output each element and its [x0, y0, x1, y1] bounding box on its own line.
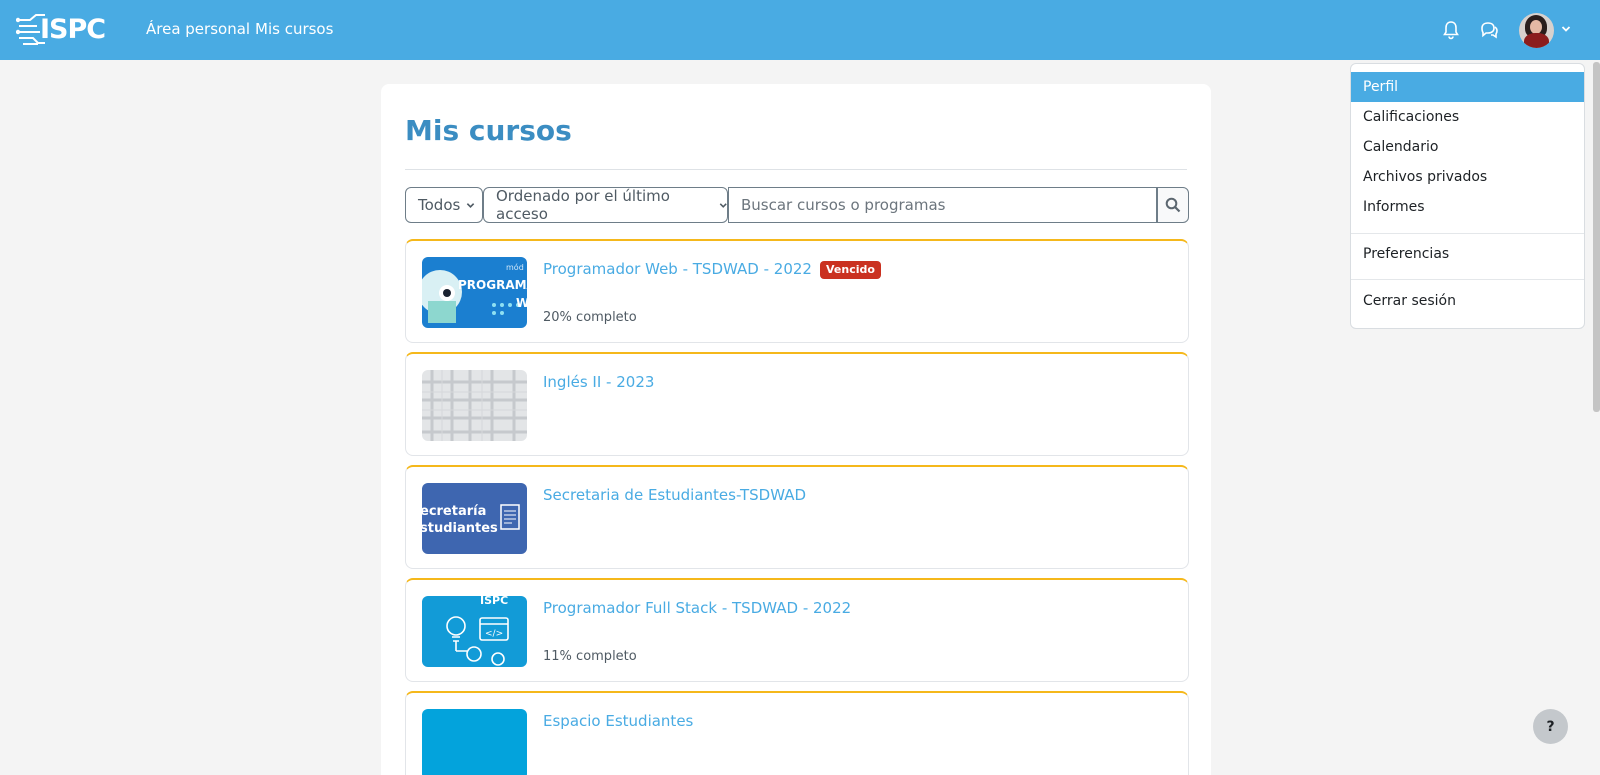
- search-icon: [1165, 197, 1181, 213]
- menu-item-cerrar-sesion[interactable]: Cerrar sesión: [1351, 286, 1584, 316]
- sort-dropdown[interactable]: Ordenado por el último acceso: [483, 187, 728, 223]
- course-pattern-image[interactable]: [422, 370, 527, 441]
- user-avatar[interactable]: [1519, 13, 1554, 48]
- page-title: Mis cursos: [405, 114, 572, 147]
- help-label: ?: [1546, 718, 1555, 735]
- course-card[interactable]: PROGRAMADO W mód Programador Web - TSDWA…: [405, 239, 1189, 343]
- bell-icon[interactable]: [1441, 20, 1461, 40]
- menu-divider: [1351, 279, 1584, 280]
- ispc-logo[interactable]: ISPC: [15, 12, 106, 48]
- menu-item-preferencias[interactable]: Preferencias: [1351, 239, 1584, 269]
- progress-word: completo: [576, 310, 637, 325]
- course-card[interactable]: Espacio Estudiantes: [405, 691, 1189, 775]
- sort-value: Ordenado por el último acceso: [496, 187, 670, 223]
- course-link[interactable]: Inglés II - 2023: [543, 373, 654, 391]
- menu-item-calendario[interactable]: Calendario: [1351, 132, 1584, 162]
- progress-percent: 11%: [543, 649, 572, 664]
- svg-text:ecretaría: ecretaría: [422, 504, 486, 519]
- menu-item-informes[interactable]: Informes: [1351, 192, 1584, 222]
- help-icon[interactable]: ?: [1533, 709, 1568, 744]
- menu-item-archivos-privados[interactable]: Archivos privados: [1351, 162, 1584, 192]
- user-menu-dropdown: Perfil Calificaciones Calendario Archivo…: [1350, 63, 1585, 329]
- course-link[interactable]: Secretaria de Estudiantes-TSDWAD: [543, 486, 806, 504]
- svg-text:PROGRAMADO: PROGRAMADO: [458, 278, 527, 292]
- course-secretaria-image[interactable]: ecretaría studiantes: [422, 483, 527, 554]
- menu-item-perfil[interactable]: Perfil: [1351, 72, 1584, 102]
- svg-text:mód: mód: [506, 262, 524, 272]
- search-placeholder: Buscar cursos o programas: [741, 196, 946, 214]
- title-divider: [405, 169, 1187, 170]
- page-scrollbar[interactable]: [1593, 62, 1600, 412]
- my-courses-panel: Mis cursos Todos Ordenado por el último …: [381, 84, 1211, 775]
- course-card[interactable]: Inglés II - 2023: [405, 352, 1189, 456]
- svg-text:ISPC: ISPC: [480, 596, 508, 607]
- course-link[interactable]: Programador Full Stack - TSDWAD - 2022: [543, 599, 851, 617]
- status-badge: Vencido: [820, 261, 881, 279]
- chevron-down-icon: [719, 202, 727, 208]
- course-web-image[interactable]: PROGRAMADO W mód: [422, 257, 527, 328]
- grouping-filter-dropdown[interactable]: Todos: [405, 187, 483, 223]
- course-card[interactable]: ISPC </> Programador Full Stack - TSDWAD…: [405, 578, 1189, 682]
- progress-percent: 20%: [543, 310, 572, 325]
- svg-text:W: W: [516, 296, 527, 310]
- svg-text:studiantes: studiantes: [422, 521, 498, 536]
- course-progress: 20% completo: [543, 310, 637, 325]
- menu-divider: [1351, 233, 1584, 234]
- chevron-down-icon[interactable]: [1561, 24, 1571, 34]
- logo-text: ISPC: [40, 14, 106, 45]
- course-espacio-image[interactable]: [422, 709, 527, 775]
- chat-icon[interactable]: [1479, 20, 1499, 40]
- course-link[interactable]: Espacio Estudiantes: [543, 712, 693, 730]
- course-card[interactable]: ecretaría studiantes Secretaria de Estud…: [405, 465, 1189, 569]
- progress-word: completo: [576, 649, 637, 664]
- chevron-down-icon: [467, 202, 475, 208]
- grouping-filter-value: Todos: [418, 196, 461, 214]
- course-fullstack-image[interactable]: ISPC </>: [422, 596, 527, 667]
- course-search-input[interactable]: Buscar cursos o programas: [728, 187, 1157, 223]
- search-button[interactable]: [1157, 187, 1189, 223]
- svg-text:</>: </>: [485, 629, 503, 639]
- course-progress: 11% completo: [543, 649, 637, 664]
- course-link[interactable]: Programador Web - TSDWAD - 2022: [543, 260, 812, 278]
- nav-mis-cursos[interactable]: Mis cursos: [255, 20, 333, 38]
- nav-area-personal[interactable]: Área personal: [146, 20, 250, 38]
- menu-item-calificaciones[interactable]: Calificaciones: [1351, 102, 1584, 132]
- top-navbar: ISPC Área personal Mis cursos: [0, 0, 1600, 60]
